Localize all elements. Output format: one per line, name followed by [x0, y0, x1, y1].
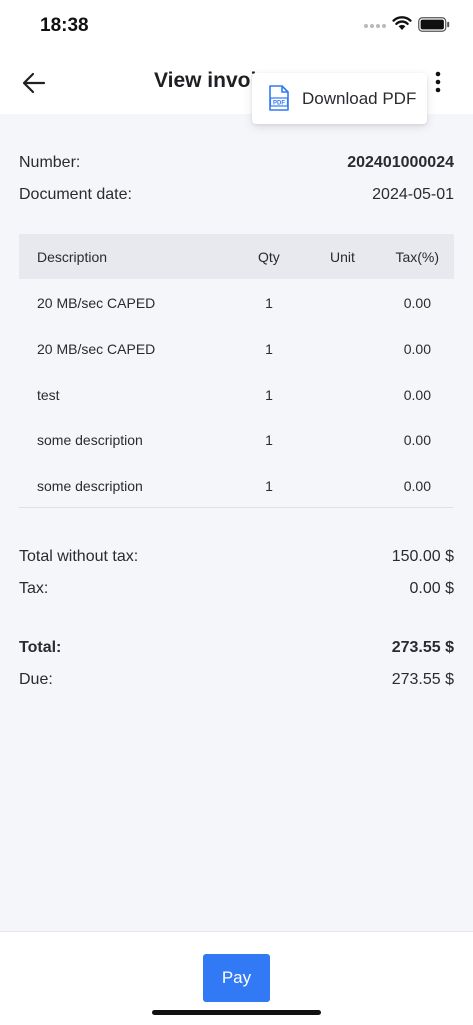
header-qty: Qty — [258, 249, 280, 265]
header-unit: Unit — [330, 249, 355, 265]
download-pdf-label: Download PDF — [302, 89, 417, 108]
tax-label: Tax: — [19, 580, 49, 597]
total-label: Total: — [19, 639, 62, 656]
row-description: 20 MB/sec CAPED — [37, 341, 156, 357]
row-qty: 1 — [265, 432, 273, 448]
row-tax: 0.00 — [403, 387, 431, 403]
table-row: some description 1 0.00 — [19, 432, 454, 478]
due-value: 273.55 $ — [391, 671, 454, 688]
table-row: some description 1 0.00 — [19, 478, 454, 524]
pay-button[interactable]: Pay — [203, 954, 270, 1002]
more-vertical-icon[interactable] — [430, 70, 446, 96]
row-qty: 1 — [265, 295, 273, 311]
table-row: test 1 0.00 — [19, 387, 454, 433]
row-tax: 0.00 — [403, 478, 431, 494]
row-description: 20 MB/sec CAPED — [37, 295, 156, 311]
header-description: Description — [37, 249, 108, 265]
total-without-tax-label: Total without tax: — [19, 548, 139, 565]
table-row: 20 MB/sec CAPED 1 0.00 — [19, 295, 454, 341]
row-qty: 1 — [265, 387, 273, 403]
document-date-value: 2024-05-01 — [372, 186, 454, 203]
table-divider — [19, 507, 454, 508]
invoice-number-value: 202401000024 — [347, 154, 454, 171]
document-date-label: Document date: — [19, 186, 132, 203]
row-tax: 0.00 — [403, 295, 431, 311]
download-pdf-menu-item[interactable]: PDF Download PDF — [252, 73, 427, 124]
status-time: 18:38 — [40, 15, 89, 36]
tax-value: 0.00 $ — [409, 580, 454, 597]
row-description: some description — [37, 432, 143, 448]
total-without-tax-value: 150.00 $ — [391, 548, 454, 565]
pdf-badge-text: PDF — [273, 101, 285, 107]
bottom-action-bar: Pay — [0, 931, 473, 1025]
wifi-icon — [392, 16, 412, 30]
header-tax: Tax(%) — [395, 249, 439, 265]
home-indicator — [152, 1010, 321, 1015]
due-label: Due: — [19, 671, 53, 688]
row-description: test — [37, 387, 60, 403]
cellular-signal-icon — [364, 22, 386, 30]
row-description: some description — [37, 478, 143, 494]
items-table-header: Description Qty Unit Tax(%) — [19, 234, 454, 279]
total-value: 273.55 $ — [391, 639, 454, 656]
row-tax: 0.00 — [403, 432, 431, 448]
row-qty: 1 — [265, 341, 273, 357]
battery-icon — [418, 17, 450, 32]
table-row: 20 MB/sec CAPED 1 0.00 — [19, 341, 454, 387]
row-tax: 0.00 — [403, 341, 431, 357]
row-qty: 1 — [265, 478, 273, 494]
pdf-file-icon: PDF — [269, 85, 289, 111]
status-bar: 18:38 — [0, 0, 473, 52]
invoice-number-label: Number: — [19, 154, 81, 171]
